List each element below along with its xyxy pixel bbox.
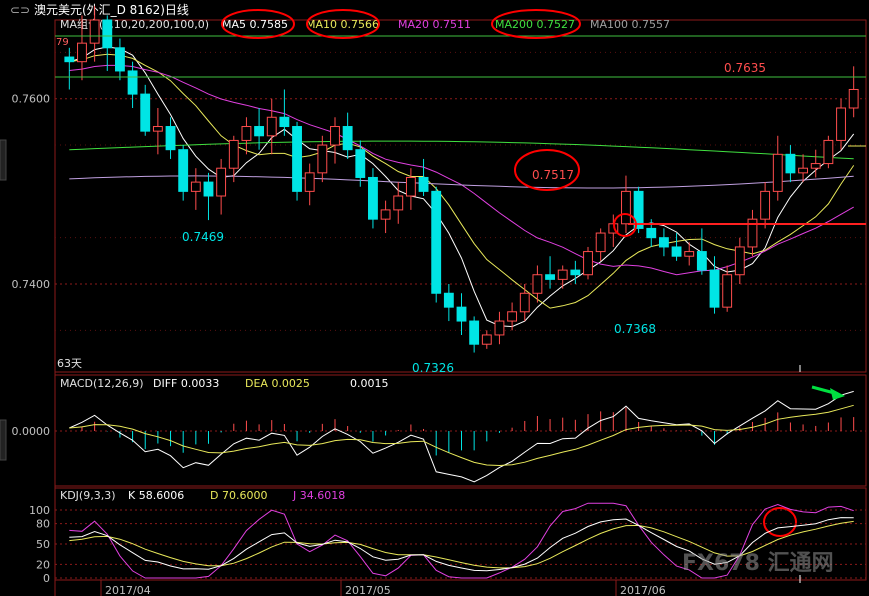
candle-body	[102, 19, 113, 49]
ma-legend-ma200: MA200 0.7527	[495, 18, 575, 31]
candle-body	[583, 251, 593, 276]
candle-body	[570, 269, 581, 276]
candle-body	[418, 176, 429, 192]
candle-body	[545, 274, 555, 280]
candle-body	[684, 251, 695, 257]
candle-body	[722, 274, 733, 308]
kdj-tick-label: 0	[43, 572, 50, 585]
candle-body	[507, 311, 518, 322]
candle-body	[431, 190, 442, 294]
candle-body	[77, 42, 87, 63]
candle-body	[772, 153, 783, 192]
bars-count-label: 63天	[57, 357, 82, 370]
macd-tick-label: 0.0000	[12, 425, 51, 438]
kdj-tick-label: 100	[29, 504, 50, 517]
price-tick-label: 0.7600	[12, 93, 51, 106]
x-tick-label: 2017/06	[620, 584, 666, 596]
candle-body	[519, 292, 530, 313]
candle-body	[696, 251, 707, 271]
ma-legend-ma10: MA10 0.7566	[306, 18, 379, 31]
candle-body	[178, 149, 189, 192]
left-scroll-handle-2	[0, 419, 7, 461]
candle-body	[241, 126, 252, 141]
candle-body	[355, 149, 366, 178]
price-label: 0.7517	[532, 168, 574, 182]
top-left-label: 79	[56, 37, 69, 48]
kdj-k-label: K 58.6006	[128, 489, 184, 502]
candle-body	[140, 93, 151, 132]
candle-body	[443, 292, 454, 308]
candle-body	[127, 70, 138, 95]
candle-body	[393, 195, 404, 211]
x-tick-label: 2017/04	[105, 584, 151, 596]
candle-body	[785, 153, 796, 174]
ma-legend-ma20: MA20 0.7511	[398, 18, 471, 31]
ma-legend-ma100: MA100 0.7557	[590, 18, 670, 31]
x-tick-label: 2017/05	[345, 584, 391, 596]
candle-body	[798, 167, 808, 174]
price-label: 0.7368	[614, 322, 656, 336]
candle-body	[595, 232, 606, 253]
macd-legend-label: MACD(12,26,9)	[60, 377, 144, 390]
candle-body	[228, 139, 239, 169]
candle-body	[646, 227, 657, 239]
candle-body	[709, 269, 720, 308]
candle-body	[760, 190, 771, 220]
candle-body	[810, 163, 821, 169]
candle-body	[165, 126, 176, 151]
candle-body	[671, 246, 682, 257]
candle-body	[203, 181, 214, 197]
candle-body	[557, 269, 568, 280]
candle-body	[254, 126, 265, 137]
kdj-tick-label: 20	[36, 558, 50, 571]
kdj-tick-label: 80	[36, 518, 50, 531]
kdj-d-label: D 70.6000	[210, 489, 267, 502]
candle-body	[330, 126, 340, 146]
price-label: 0.7326	[412, 361, 454, 375]
candle-body	[469, 320, 480, 345]
candle-body	[266, 116, 277, 137]
candle-body	[89, 19, 100, 44]
candle-body	[190, 181, 201, 192]
candle-body	[481, 334, 492, 345]
price-label: 0.7635	[724, 61, 766, 75]
candle-body	[405, 176, 416, 197]
candle-body	[64, 56, 75, 63]
candle-body	[380, 209, 391, 220]
price-tick-label: 0.7400	[12, 278, 51, 291]
macd-dea-label: DEA 0.0025	[245, 377, 310, 390]
candle-body	[836, 107, 846, 141]
candle-body	[317, 144, 328, 174]
candle-body	[304, 172, 315, 192]
candle-body	[368, 176, 378, 220]
candle-body	[823, 139, 834, 165]
candle-body	[279, 116, 290, 128]
kdj-legend-label: KDJ(9,3,3)	[60, 489, 116, 502]
left-scroll-handle	[0, 139, 7, 181]
candle-body	[658, 237, 669, 248]
trend-arrow-head	[830, 388, 845, 400]
candle-body	[152, 126, 163, 132]
candle-body	[621, 190, 631, 225]
candle-body	[848, 88, 859, 109]
candle-body	[494, 320, 505, 336]
kdj-j-label: J 34.6018	[292, 489, 345, 502]
watermark: FX678 汇通网	[682, 551, 834, 576]
candle-body	[342, 126, 353, 151]
candle-body	[456, 306, 467, 322]
ma-legend-ma5: MA5 0.7585	[222, 18, 288, 31]
candle-body	[734, 246, 745, 276]
price-label: 0.7469	[182, 230, 224, 244]
macd-diff-label: DIFF 0.0033	[153, 377, 219, 390]
chart-canvas[interactable]: 0.74000.7600MA组合(5,10,20,200,100,0) MA5 0…	[0, 0, 869, 596]
candle-body	[115, 47, 125, 72]
candle-body	[292, 126, 302, 192]
macd-value-label: 0.0015	[350, 377, 389, 390]
candle-body	[532, 274, 543, 294]
kdj-tick-label: 50	[36, 538, 50, 551]
candle-body	[216, 167, 227, 197]
